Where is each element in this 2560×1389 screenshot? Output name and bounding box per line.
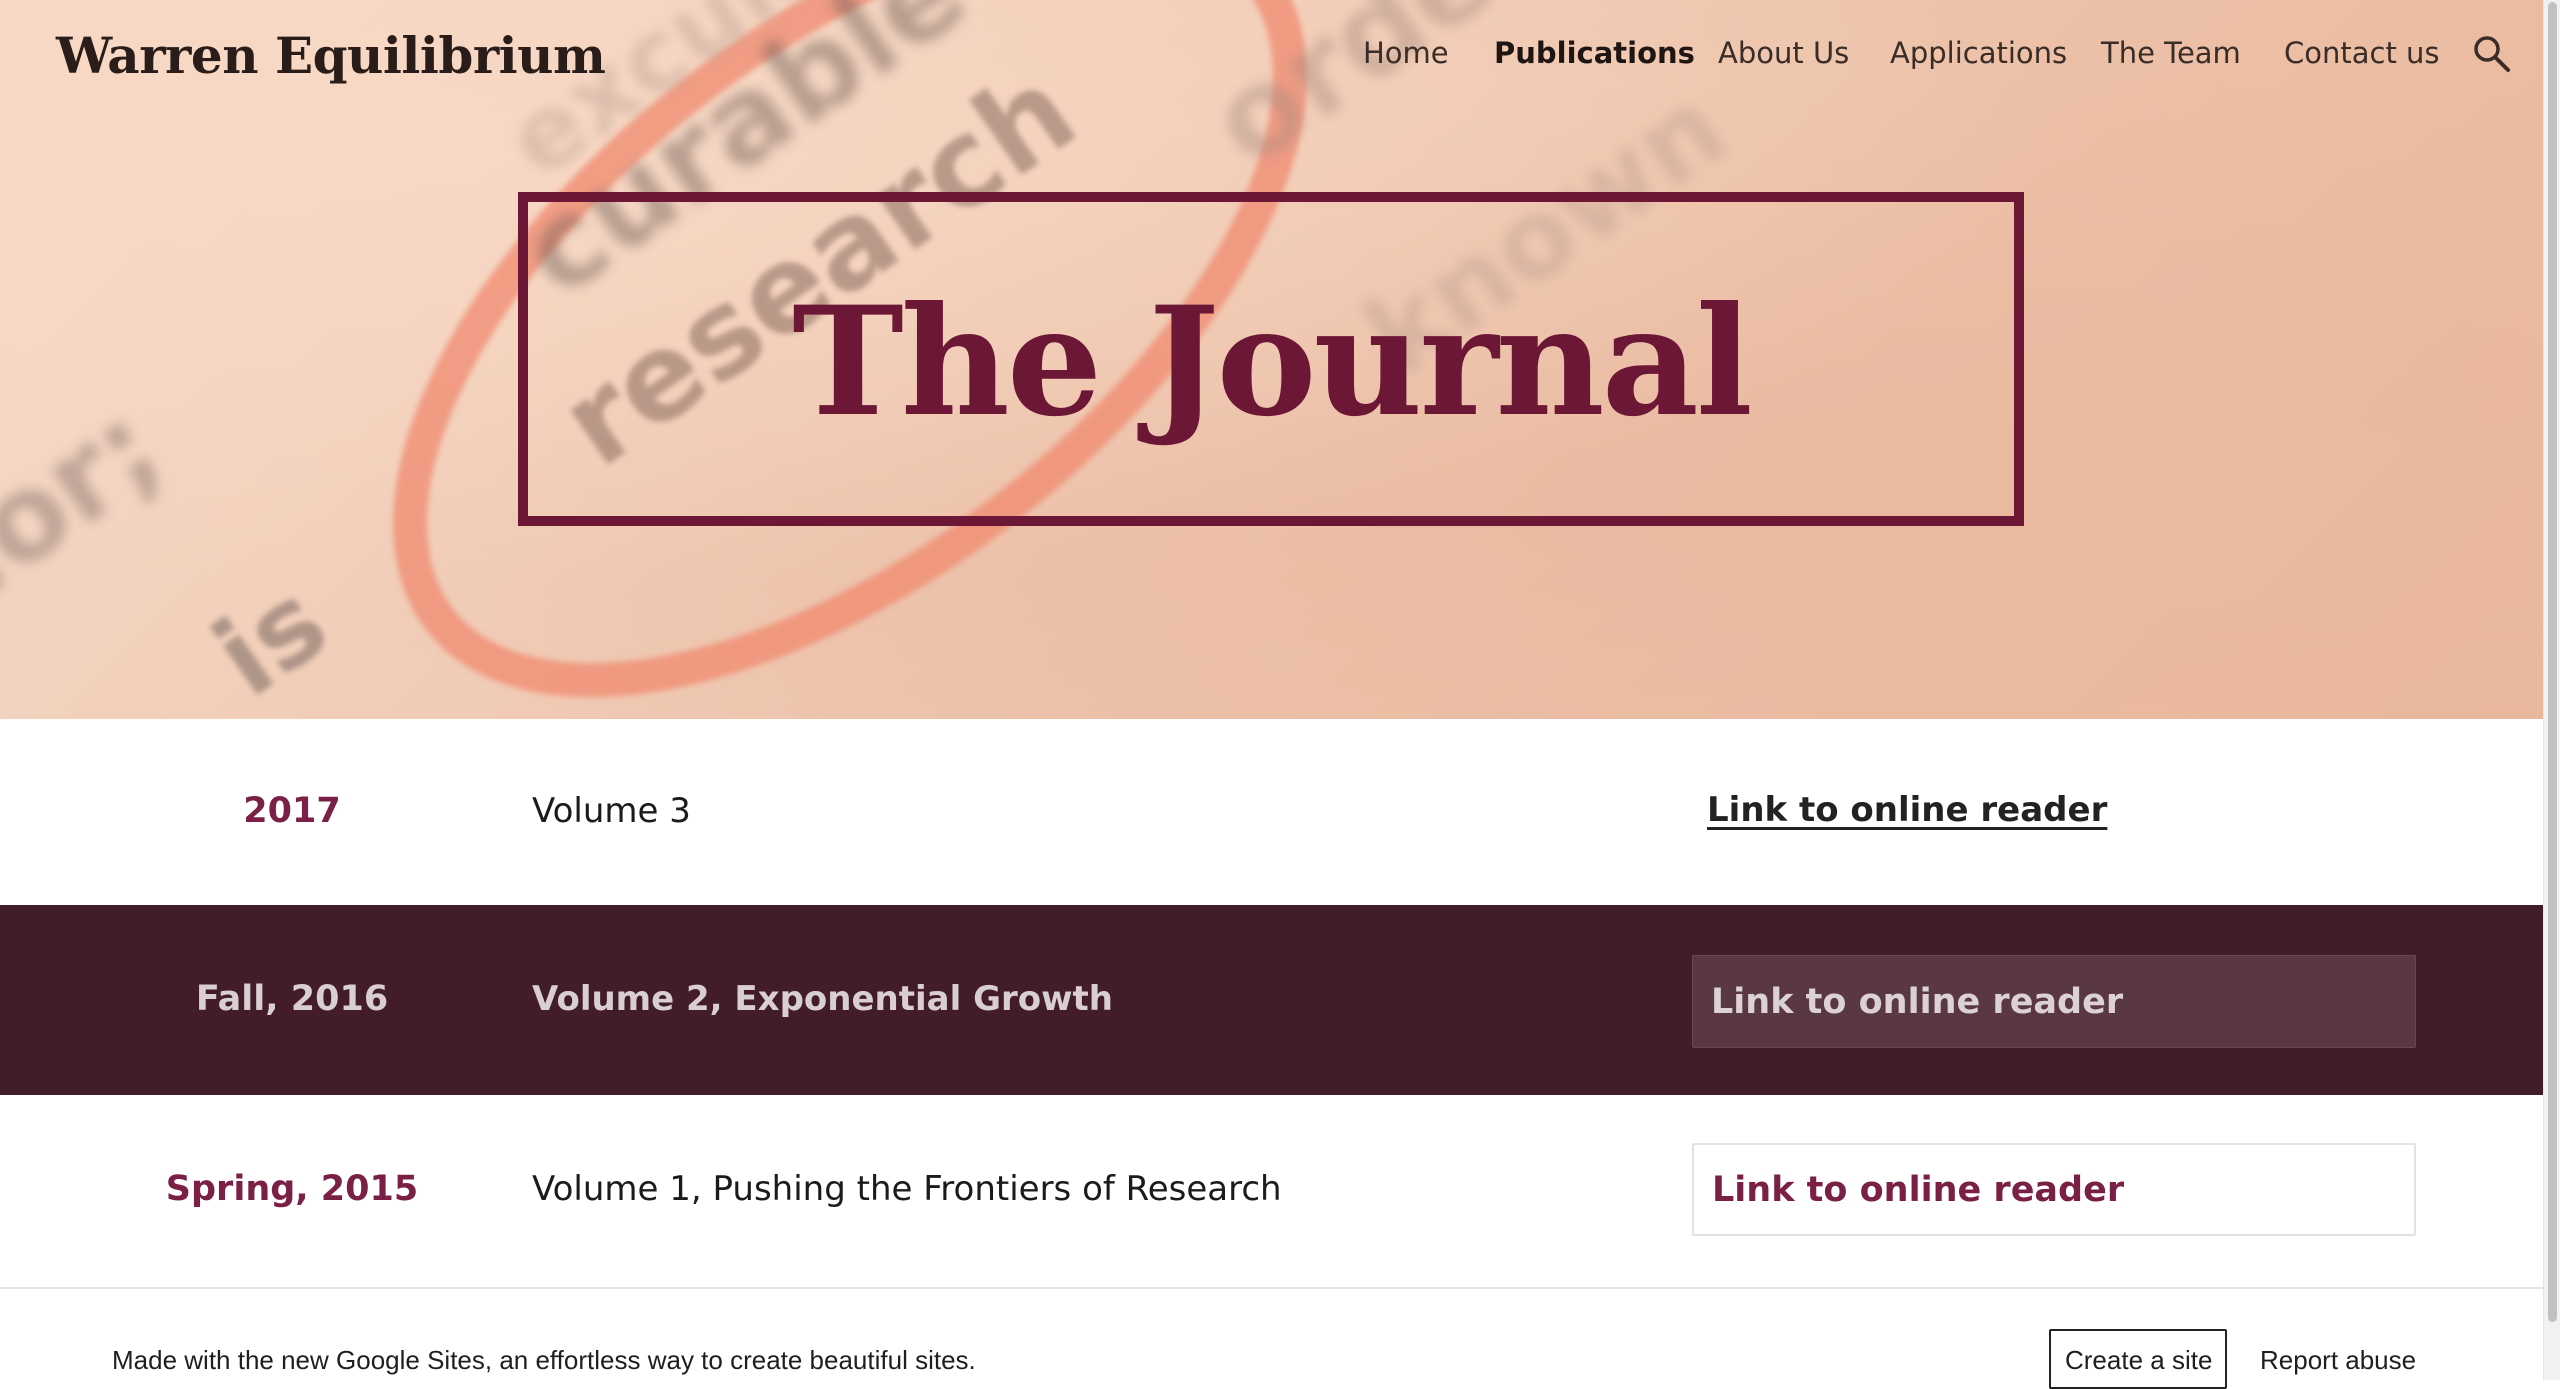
volume-name: Volume 2, Exponential Growth <box>532 979 1113 1019</box>
vertical-scrollbar[interactable] <box>2543 0 2560 1380</box>
nav-item-about-us[interactable]: About Us <box>1718 36 1849 70</box>
footer: Made with the new Google Sites, an effor… <box>0 1287 2543 1389</box>
volume-row: Fall, 2016 Volume 2, Exponential Growth … <box>0 905 2543 1095</box>
volume-name: Volume 3 <box>532 791 691 831</box>
nav-item-the-team[interactable]: The Team <box>2101 36 2241 70</box>
journal-title-frame: The Journal <box>518 192 2024 526</box>
volume-date: Fall, 2016 <box>195 979 389 1019</box>
online-reader-button[interactable]: Link to online reader <box>1692 955 2416 1048</box>
create-site-button[interactable]: Create a site <box>2049 1329 2227 1389</box>
svg-text:ior;: ior; <box>0 378 186 624</box>
footer-made-with-text: Made with the new Google Sites, an effor… <box>112 1345 976 1375</box>
volume-row: 2017 Volume 3 Link to online reader <box>0 719 2543 905</box>
volume-date: Spring, 2015 <box>165 1169 419 1209</box>
page-title: The Journal <box>792 274 1753 450</box>
svg-text:order: order <box>1187 0 1568 194</box>
nav-item-home[interactable]: Home <box>1363 36 1449 70</box>
search-icon[interactable] <box>2472 34 2512 74</box>
online-reader-link[interactable]: Link to online reader <box>1707 790 2107 830</box>
hero-banner: research curable order known is ior; exc… <box>0 0 2543 719</box>
volume-row: Spring, 2015 Volume 1, Pushing the Front… <box>0 1095 2543 1287</box>
scrollbar-thumb[interactable] <box>2548 2 2557 1322</box>
volume-name: Volume 1, Pushing the Frontiers of Resea… <box>532 1169 1282 1209</box>
top-navigation: Home Publications About Us Applications … <box>0 36 2543 76</box>
svg-text:is: is <box>191 557 349 719</box>
volume-date: 2017 <box>243 791 341 831</box>
nav-item-publications[interactable]: Publications <box>1494 36 1695 70</box>
online-reader-button[interactable]: Link to online reader <box>1692 1143 2416 1236</box>
nav-item-applications[interactable]: Applications <box>1890 36 2067 70</box>
report-abuse-link[interactable]: Report abuse <box>2260 1345 2416 1376</box>
nav-item-contact-us[interactable]: Contact us <box>2284 36 2440 70</box>
